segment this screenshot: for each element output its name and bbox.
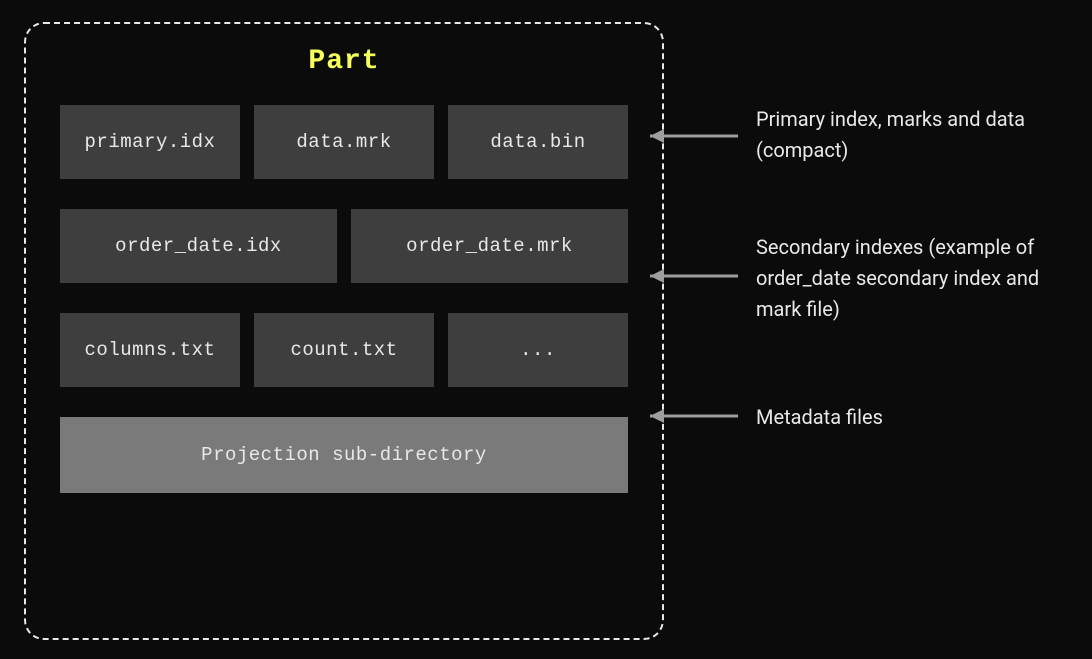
file-order-date-mrk: order_date.mrk	[351, 209, 628, 283]
file-columns-txt: columns.txt	[60, 313, 240, 387]
row-metadata: columns.txt count.txt ...	[60, 313, 628, 387]
annotation-metadata: Metadata files	[756, 402, 883, 433]
projection-subdir: Projection sub-directory	[60, 417, 628, 493]
file-data-mrk: data.mrk	[254, 105, 434, 179]
file-order-date-idx: order_date.idx	[60, 209, 337, 283]
file-ellipsis: ...	[448, 313, 628, 387]
arrow-icon-2	[630, 264, 740, 288]
arrow-icon-3	[630, 404, 740, 428]
file-data-bin: data.bin	[448, 105, 628, 179]
row-secondary: order_date.idx order_date.mrk	[60, 209, 628, 283]
part-title: Part	[60, 46, 628, 77]
part-container: Part primary.idx data.mrk data.bin order…	[24, 22, 664, 640]
arrow-icon-1	[630, 124, 740, 148]
annotation-primary: Primary index, marks and data (compact)	[756, 104, 1076, 166]
file-primary-idx: primary.idx	[60, 105, 240, 179]
annotation-secondary: Secondary indexes (example of order_date…	[756, 232, 1076, 325]
file-count-txt: count.txt	[254, 313, 434, 387]
row-primary: primary.idx data.mrk data.bin	[60, 105, 628, 179]
